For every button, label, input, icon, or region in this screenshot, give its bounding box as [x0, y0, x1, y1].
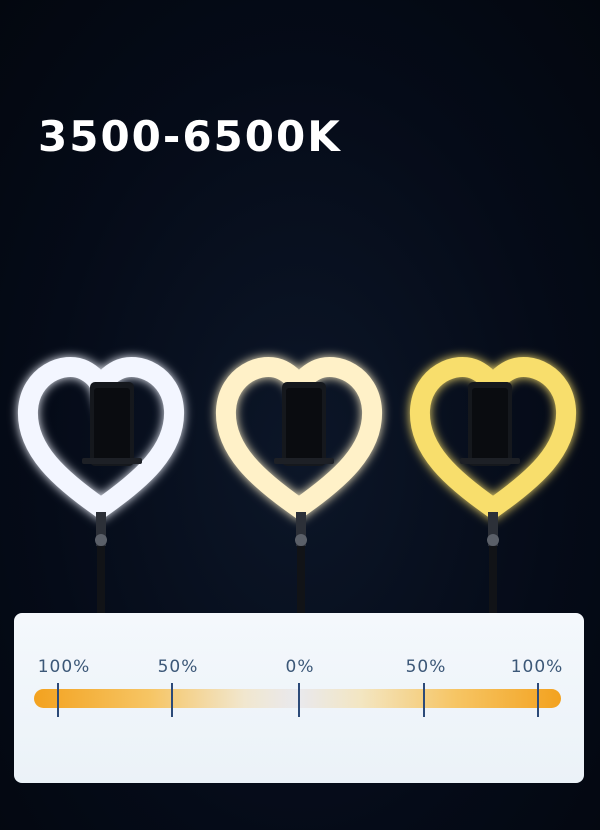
scale-tick — [298, 683, 300, 717]
scale-tick — [423, 683, 425, 717]
headline-color-temperature: 3500-6500K — [38, 112, 342, 161]
scale-tick — [537, 683, 539, 717]
lamp-row — [0, 340, 600, 620]
heart-ring-light-warm — [398, 340, 588, 620]
scale-label-left-100: 100% — [37, 657, 91, 677]
scale-tick — [57, 683, 59, 717]
scale-label-right-100: 100% — [510, 657, 564, 677]
scale-label-left-50: 50% — [157, 657, 199, 677]
scale-tick — [171, 683, 173, 717]
heart-ring-light-neutral — [204, 340, 394, 620]
scale-label-center-0: 0% — [285, 657, 315, 677]
scale-label-right-50: 50% — [405, 657, 447, 677]
heart-ring-light-cool — [6, 340, 196, 620]
brightness-scale-card: 100% 50% 0% 50% 100% — [14, 613, 584, 783]
